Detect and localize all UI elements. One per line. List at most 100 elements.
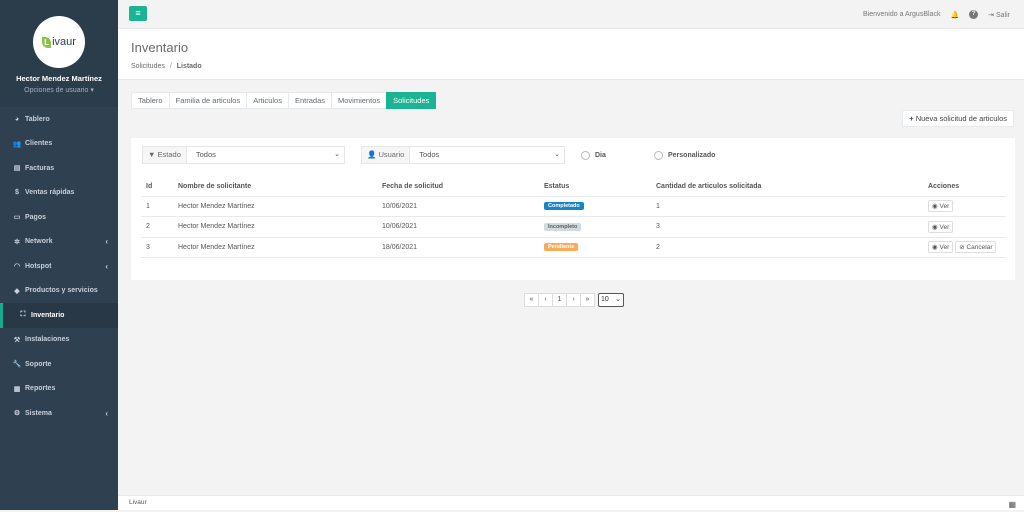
page-last-button[interactable]: » <box>580 293 595 307</box>
help-icon[interactable]: ? <box>969 10 979 19</box>
page-next-button[interactable]: › <box>566 293 581 307</box>
sidebar-item-facturas[interactable]: ▤ Facturas <box>0 156 118 181</box>
cell-status: Pendiente <box>539 237 651 258</box>
footer: Livaur ▦ <box>118 495 1024 510</box>
tab-movimientos[interactable]: Movimientos <box>331 92 388 109</box>
sidebar-item-ventas-rapidas[interactable]: $ Ventas rápidas <box>0 181 118 206</box>
new-request-button[interactable]: + Nueva solicitud de articulos <box>902 110 1014 127</box>
col-status: Estatus <box>539 178 651 197</box>
bell-icon[interactable]: 🔔 <box>950 11 959 19</box>
page-1-button[interactable]: 1 <box>552 293 567 307</box>
sidebar-item-clientes[interactable]: 👥 Clientes <box>0 132 118 157</box>
caret-down-icon: ▾ <box>90 87 94 94</box>
cell-actions: ◉ Ver ⊘ Cancelar <box>923 237 1006 258</box>
table-row: 1 Hector Mendez Martínez 10/06/2021 Comp… <box>141 196 1006 217</box>
cell-qty: 2 <box>651 237 923 258</box>
sidebar-item-label: Soporte <box>25 360 52 368</box>
sidebar-item-pagos[interactable]: ▭ Pagos <box>0 205 118 230</box>
breadcrumb-separator: / <box>169 63 172 70</box>
sidebar-item-label: Network <box>25 238 53 246</box>
sidebar-item-label: Instalaciones <box>25 336 70 344</box>
breadcrumb-parent[interactable]: Solicitudes <box>131 63 165 70</box>
users-icon: 👥 <box>12 140 22 148</box>
chevron-left-icon: ‹ <box>105 237 108 247</box>
view-label: Ver <box>939 244 950 252</box>
usuario-select[interactable]: Todos ⌄ <box>410 147 564 163</box>
requests-card: ▼ Estado Todos ⌄ 👤 Usuario Todos ⌄ Dia Per… <box>131 138 1015 280</box>
sidebar-item-sistema[interactable]: ⚙ Sistema ‹ <box>0 401 118 426</box>
page-first-button[interactable]: « <box>524 293 539 307</box>
tab-articulos[interactable]: Articulos <box>246 92 289 109</box>
sidebar-item-label: Inventario <box>31 311 65 319</box>
view-button[interactable]: ◉ Ver <box>928 241 954 254</box>
sidebar-item-label: Ventas rápidas <box>25 189 75 197</box>
cogs-icon: ⚙ <box>13 410 21 418</box>
chevron-left-icon: ‹ <box>105 408 108 418</box>
tab-tablero[interactable]: Tablero <box>131 92 170 109</box>
tag-icon: ◆ <box>14 287 20 295</box>
chevron-down-icon: ⌄ <box>615 296 621 303</box>
sidebar-item-hotspot[interactable]: ◠ Hotspot ‹ <box>0 254 118 279</box>
radio-circle[interactable] <box>654 151 663 160</box>
money-icon: ▭ <box>13 214 21 222</box>
avatar[interactable]: L ivaur <box>33 16 85 68</box>
cell-id: 3 <box>141 237 173 258</box>
estado-filter: ▼ Estado Todos ⌄ <box>142 146 345 164</box>
cell-qty: 1 <box>651 196 923 217</box>
sidebar-item-tablero[interactable]: ◕ Tablero <box>0 107 118 132</box>
cancel-button[interactable]: ⊘ Cancelar <box>955 241 997 254</box>
sidebar-item-instalaciones[interactable]: ⚒ Instalaciones <box>0 328 118 353</box>
cancel-label: Cancelar <box>966 244 993 252</box>
estado-label: Estado <box>157 150 181 159</box>
sidebar-item-label: Pagos <box>25 213 47 221</box>
view-button[interactable]: ◉ Ver <box>928 200 954 213</box>
view-label: Ver <box>939 223 950 231</box>
tab-familia[interactable]: Familia de articulos <box>168 92 248 109</box>
sidebar-item-reportes[interactable]: ▦ Reportes <box>0 377 118 402</box>
ban-icon: ⊘ <box>959 244 965 252</box>
estado-select[interactable]: Todos ⌄ <box>187 147 344 163</box>
cell-actions: ◉ Ver <box>923 196 1006 217</box>
cell-id: 2 <box>141 216 173 238</box>
menu-toggle-button[interactable]: ≡ <box>129 6 147 21</box>
sidebar-item-label: Reportes <box>25 385 56 393</box>
tab-entradas[interactable]: Entradas <box>287 92 333 109</box>
logout-link[interactable]: ⇥ Salir <box>988 11 1010 19</box>
dollar-icon: $ <box>15 189 19 197</box>
filter-icon: ▼ <box>148 150 156 159</box>
radio-dia-label: Dia <box>595 152 606 159</box>
radio-circle[interactable] <box>581 151 590 160</box>
sidebar-item-label: Tablero <box>25 115 50 123</box>
per-page-select[interactable]: 10 ⌄ <box>598 293 624 307</box>
sidebar-item-network[interactable]: ✲ Network ‹ <box>0 230 118 255</box>
plus-icon: + <box>909 114 914 123</box>
wifi-icon: ◠ <box>13 263 21 271</box>
logo-text: ivaur <box>52 36 76 48</box>
requests-table: Id Nombre de solicitante Fecha de solici… <box>141 178 1006 258</box>
invoice-icon: ▤ <box>13 165 21 173</box>
tab-solicitudes[interactable]: Solicitudes <box>386 92 437 109</box>
radio-personalizado[interactable]: Personalizado <box>654 151 715 160</box>
sidebar-item-productos[interactable]: ◆ Productos y servicios <box>0 279 118 304</box>
radio-personalizado-label: Personalizado <box>668 152 716 159</box>
sidebar-item-label: Facturas <box>25 164 55 172</box>
col-qty: Cantidad de articulos solicitada <box>651 178 923 197</box>
page-header: Inventario Solicitudes / Listado <box>118 29 1024 80</box>
page-prev-button[interactable]: ‹ <box>538 293 553 307</box>
user-options-dropdown[interactable]: Opciones de usuario ▾ <box>0 86 118 94</box>
sign-out-icon: ⇥ <box>988 11 995 19</box>
radio-dia[interactable]: Dia <box>581 151 606 160</box>
tools-icon: ⚒ <box>13 336 21 344</box>
col-date: Fecha de solicitud <box>377 178 539 197</box>
sidebar-item-label: Hotspot <box>25 262 52 270</box>
sidebar-item-soporte[interactable]: 🔧 Soporte <box>0 352 118 377</box>
inventory-tabs: Tablero Familia de articulos Articulos E… <box>131 92 437 109</box>
view-button[interactable]: ◉ Ver <box>928 220 954 233</box>
hamburger-icon: ≡ <box>135 8 141 18</box>
status-badge: Completado <box>544 202 584 211</box>
sidebar-item-inventario[interactable]: ⛶ Inventario <box>0 303 118 328</box>
cell-date: 18/06/2021 <box>377 237 539 258</box>
network-icon: ✲ <box>14 238 20 246</box>
new-request-label: Nueva solicitud de articulos <box>915 114 1007 123</box>
col-id: Id <box>141 178 173 197</box>
